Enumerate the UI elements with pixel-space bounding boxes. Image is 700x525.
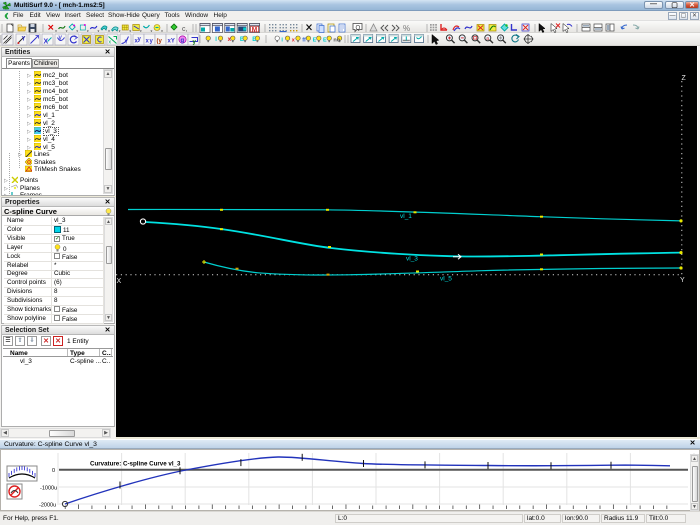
svg-text:E: E bbox=[252, 37, 256, 43]
svg-text:I: I bbox=[281, 38, 283, 44]
svg-text:%: % bbox=[403, 24, 410, 33]
svg-text:ff: ff bbox=[302, 38, 306, 44]
svg-text:c,: c, bbox=[182, 26, 188, 33]
svg-text:I: I bbox=[215, 37, 217, 43]
svg-text:E: E bbox=[313, 38, 317, 44]
svg-text:vl_3: vl_3 bbox=[406, 256, 418, 263]
svg-text:vl_5: vl_5 bbox=[440, 276, 452, 283]
svg-text:a: a bbox=[486, 36, 489, 42]
svg-text:Y: Y bbox=[22, 37, 26, 43]
svg-text:X: X bbox=[117, 278, 122, 285]
svg-text:x: x bbox=[292, 38, 296, 44]
svg-text:Q: Q bbox=[356, 26, 361, 32]
svg-text:E: E bbox=[240, 37, 244, 43]
svg-text:-1000u: -1000u bbox=[40, 486, 57, 492]
svg-text:g: g bbox=[181, 38, 185, 44]
svg-text:X: X bbox=[44, 39, 49, 46]
svg-text:Curvature: C-spline Curve vl_3: Curvature: C-spline Curve vl_3 bbox=[90, 461, 181, 468]
svg-text:(y: (y bbox=[157, 39, 163, 45]
svg-text:xY: xY bbox=[168, 39, 175, 45]
svg-text:E: E bbox=[323, 38, 327, 44]
svg-text:0: 0 bbox=[52, 468, 55, 474]
svg-text:no: no bbox=[333, 38, 340, 44]
svg-text:Z: Z bbox=[682, 75, 687, 82]
svg-text:-2000u: -2000u bbox=[39, 503, 56, 509]
svg-text:vl_1: vl_1 bbox=[400, 213, 412, 220]
svg-text:Y: Y bbox=[680, 277, 685, 284]
